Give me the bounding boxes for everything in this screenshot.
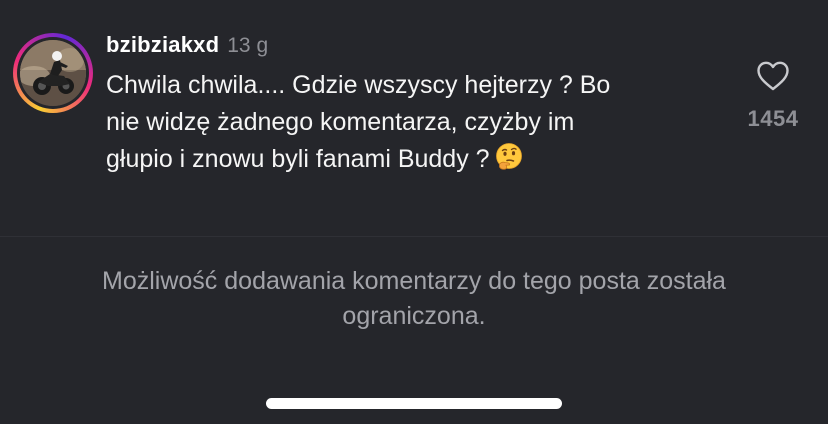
like-area: 1454	[738, 60, 808, 132]
comment-header: bzibziakxd 13 g	[106, 32, 268, 62]
comments-restricted-notice: Możliwość dodawania komentarzy do tego p…	[102, 267, 726, 330]
heart-outline-icon[interactable]	[756, 60, 790, 92]
avatar-motorcycle-photo	[20, 40, 86, 106]
comment-text-line: głupio i znowu byli fanami Buddy ?	[106, 145, 490, 173]
comment-timestamp: 13 g	[227, 34, 269, 57]
avatar-story-ring[interactable]	[13, 33, 93, 113]
home-indicator[interactable]	[266, 398, 562, 409]
avatar[interactable]	[20, 40, 86, 106]
username-link[interactable]: bzibziakxd	[106, 32, 219, 58]
divider	[0, 236, 828, 237]
comment-item: bzibziakxd 13 g Chwila chwila.... Gdzie …	[0, 0, 828, 236]
comment-text: Chwila chwila.... Gdzie wszyscy hejterzy…	[106, 67, 716, 178]
comment-text-line: Chwila chwila.... Gdzie wszyscy hejterzy…	[106, 71, 611, 99]
like-count: 1454	[747, 106, 799, 131]
avatar-ring-gap	[17, 37, 89, 109]
thinking-face-icon	[495, 143, 522, 170]
comment-text-line: nie widzę żadnego komentarza, czyżby im	[106, 108, 575, 136]
comment-text-line-last: głupio i znowu byli fanami Buddy ?	[106, 141, 716, 178]
